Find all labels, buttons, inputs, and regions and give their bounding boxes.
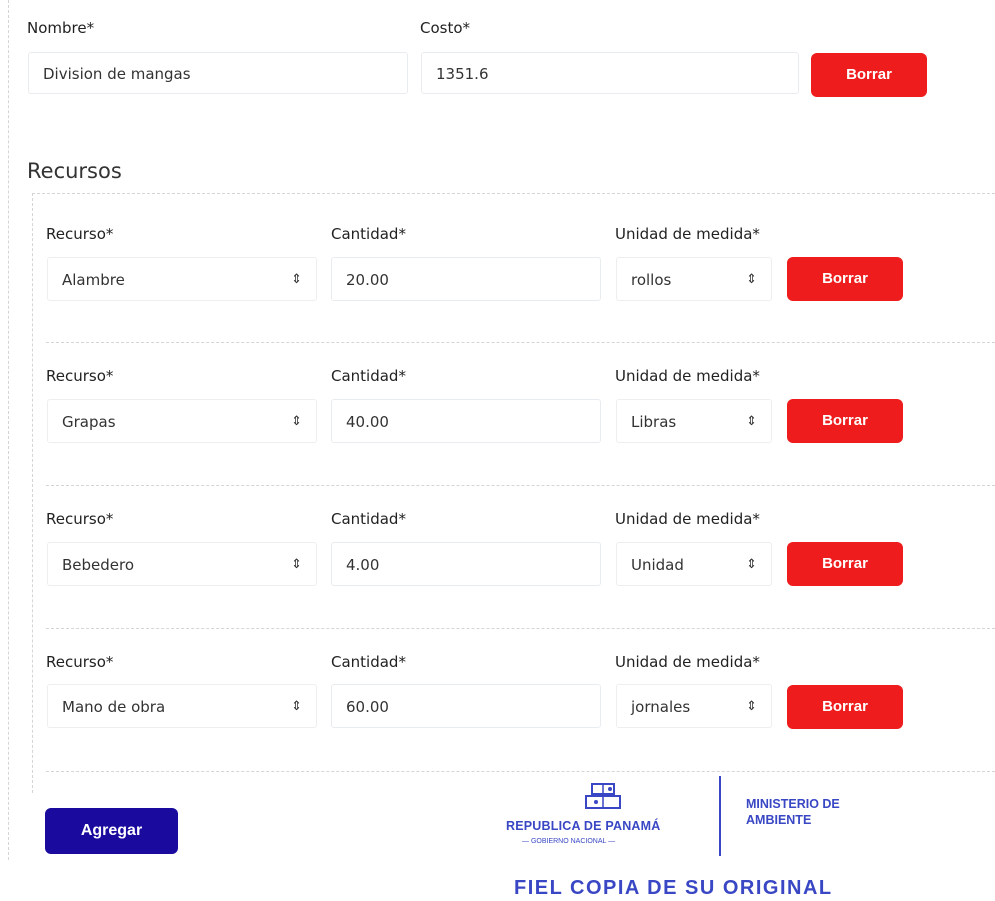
quantity-field[interactable]: 60.00 [331, 684, 601, 728]
coat-of-arms-icon [585, 783, 621, 809]
stamp-ministry: MINISTERIO DE AMBIENTE [746, 796, 840, 828]
delete-resource-button[interactable]: Borrar [787, 257, 903, 301]
quantity-field[interactable]: 20.00 [331, 257, 601, 301]
delete-resource-button[interactable]: Borrar [787, 399, 903, 443]
unit-select[interactable]: Libras ⇕ [616, 399, 772, 443]
resource-label: Recurso* [46, 653, 114, 671]
quantity-label: Cantidad* [331, 225, 406, 243]
resource-label: Recurso* [46, 367, 114, 385]
sort-arrows-icon: ⇕ [291, 699, 302, 714]
resource-label: Recurso* [46, 510, 114, 528]
unit-select-value: rollos [631, 271, 672, 289]
stamp-gobierno: — GOBIERNO NACIONAL — [522, 838, 616, 845]
row-divider [46, 771, 995, 772]
resource-select[interactable]: Alambre ⇕ [47, 257, 317, 301]
container-border [8, 0, 9, 860]
row-divider [46, 628, 995, 629]
resource-select-value: Alambre [62, 271, 125, 289]
resource-select[interactable]: Grapas ⇕ [47, 399, 317, 443]
resource-select-value: Mano de obra [62, 698, 166, 716]
official-stamp: REPUBLICA DE PANAMÁ — GOBIERNO NACIONAL … [500, 776, 890, 899]
stamp-republic: REPUBLICA DE PANAMÁ [506, 819, 661, 833]
unit-select[interactable]: rollos ⇕ [616, 257, 772, 301]
name-label: Nombre* [27, 19, 95, 37]
unit-label: Unidad de medida* [615, 225, 760, 243]
resource-select-value: Bebedero [62, 556, 135, 574]
quantity-label: Cantidad* [331, 653, 406, 671]
resources-title: Recursos [27, 159, 122, 183]
cost-label: Costo* [420, 19, 471, 37]
stamp-ministry-line2: AMBIENTE [746, 813, 812, 827]
quantity-field[interactable]: 4.00 [331, 542, 601, 586]
quantity-field[interactable]: 40.00 [331, 399, 601, 443]
quantity-label: Cantidad* [331, 510, 406, 528]
cost-field[interactable]: 1351.6 [421, 52, 799, 94]
resource-label: Recurso* [46, 225, 114, 243]
unit-label: Unidad de medida* [615, 653, 760, 671]
sort-arrows-icon: ⇕ [746, 699, 757, 714]
delete-resource-button[interactable]: Borrar [787, 542, 903, 586]
sort-arrows-icon: ⇕ [746, 272, 757, 287]
stamp-certification: FIEL COPIA DE SU ORIGINAL [514, 877, 833, 899]
stamp-divider [719, 776, 721, 856]
sort-arrows-icon: ⇕ [291, 272, 302, 287]
delete-activity-button[interactable]: Borrar [811, 53, 927, 97]
resource-select[interactable]: Bebedero ⇕ [47, 542, 317, 586]
add-resource-button[interactable]: Agregar [45, 808, 178, 854]
unit-select-value: Libras [631, 413, 677, 431]
name-field[interactable]: Division de mangas [28, 52, 408, 94]
row-divider [46, 342, 995, 343]
unit-select[interactable]: Unidad ⇕ [616, 542, 772, 586]
resource-select[interactable]: Mano de obra ⇕ [47, 684, 317, 728]
sort-arrows-icon: ⇕ [746, 414, 757, 429]
resources-top-border [32, 193, 995, 194]
stamp-ministry-line1: MINISTERIO DE [746, 797, 840, 811]
unit-label: Unidad de medida* [615, 510, 760, 528]
unit-select-value: jornales [631, 698, 691, 716]
row-divider [46, 485, 995, 486]
delete-resource-button[interactable]: Borrar [787, 685, 903, 729]
quantity-label: Cantidad* [331, 367, 406, 385]
sort-arrows-icon: ⇕ [746, 557, 757, 572]
unit-label: Unidad de medida* [615, 367, 760, 385]
sort-arrows-icon: ⇕ [291, 557, 302, 572]
sort-arrows-icon: ⇕ [291, 414, 302, 429]
resource-select-value: Grapas [62, 413, 116, 431]
unit-select[interactable]: jornales ⇕ [616, 684, 772, 728]
resources-left-border [32, 193, 33, 793]
unit-select-value: Unidad [631, 556, 684, 574]
